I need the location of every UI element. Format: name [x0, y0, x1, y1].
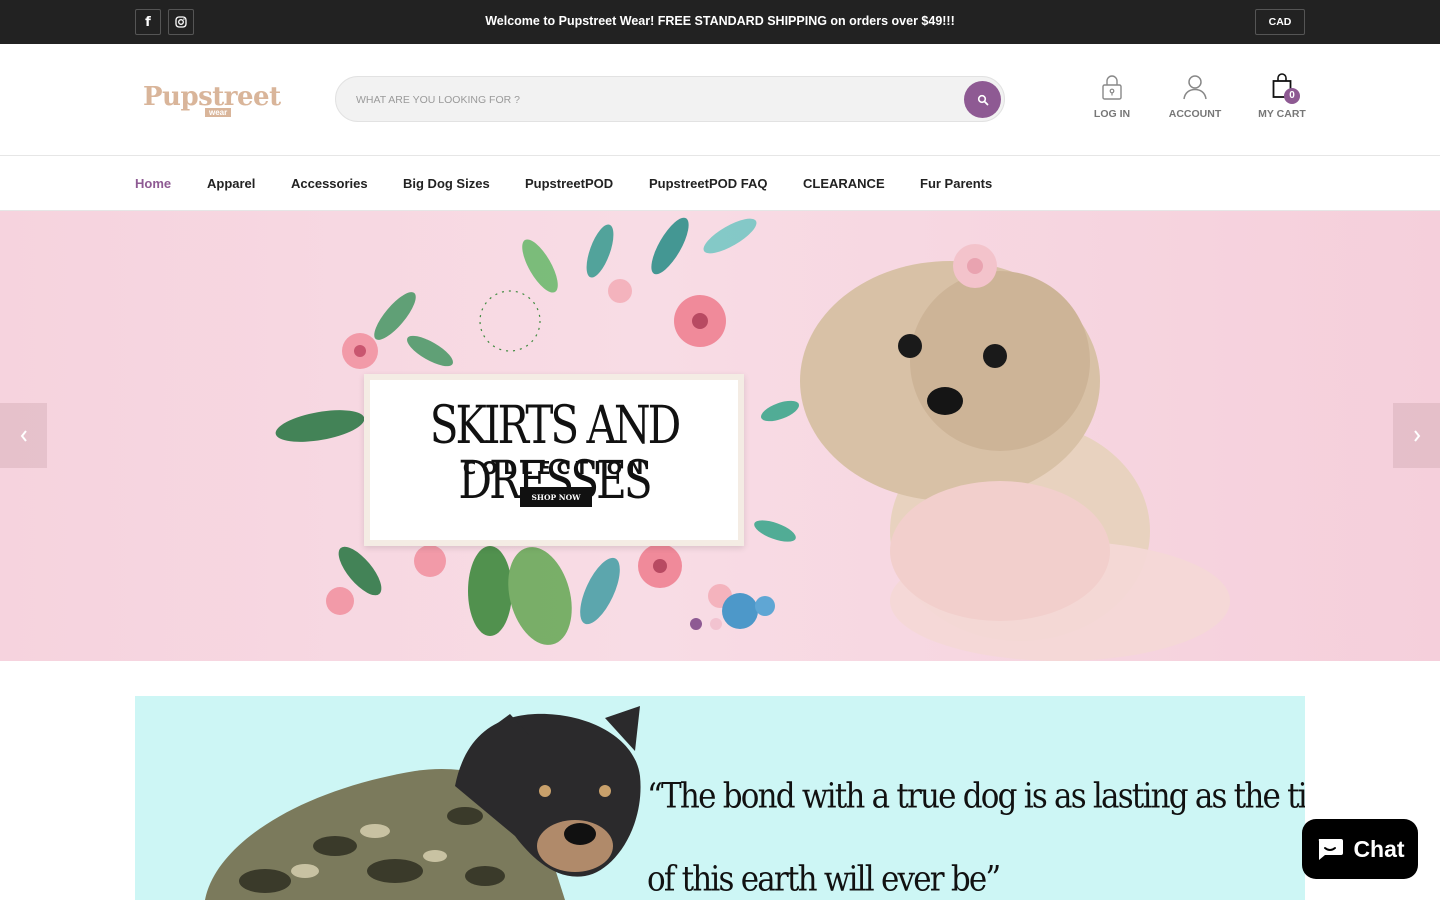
account-label: ACCOUNT — [1168, 108, 1222, 120]
search-button[interactable] — [964, 81, 1001, 118]
search-bar — [335, 76, 1005, 122]
slider-dots — [690, 618, 722, 630]
slider-dot-2[interactable] — [710, 618, 722, 630]
currency-selector[interactable]: CAD — [1255, 9, 1305, 35]
chat-label: Chat — [1353, 835, 1405, 862]
nav-item-pupstreetpod-faq[interactable]: PupstreetPOD FAQ — [649, 176, 767, 191]
search-icon — [977, 94, 988, 105]
slider-dot-1[interactable] — [690, 618, 702, 630]
account-link[interactable]: ACCOUNT — [1164, 72, 1226, 120]
announcement-text: Welcome to Pupstreet Wear! FREE STANDARD… — [485, 14, 955, 28]
search-input[interactable] — [356, 91, 936, 109]
nav-item-accessories[interactable]: Accessories — [291, 176, 368, 191]
chat-button[interactable]: Chat — [1302, 819, 1418, 879]
nav-item-fur-parents[interactable]: Fur Parents — [920, 176, 992, 191]
nav-item-pupstreetpod[interactable]: PupstreetPOD — [525, 176, 613, 191]
quote-text-line-1: “The bond with a true dog is as lasting … — [647, 776, 1305, 817]
cart-label: MY CART — [1258, 108, 1306, 120]
main-nav: Home Apparel Accessories Big Dog Sizes P… — [0, 156, 1440, 211]
lock-icon — [1102, 75, 1122, 100]
promo-card: SKIRTS AND DRESSES COLLECTION SHOP NOW — [364, 374, 744, 546]
logo-subtext: wear — [205, 108, 232, 117]
chevron-right-icon — [1413, 429, 1420, 442]
chevron-left-icon — [20, 429, 27, 442]
chat-bubble-icon — [1319, 839, 1344, 860]
login-label: LOG IN — [1093, 108, 1131, 120]
shop-now-button[interactable]: SHOP NOW — [520, 487, 592, 507]
dog-in-camo-jacket-image — [205, 706, 641, 900]
quote-text-line-2: of this earth will ever be” — [647, 859, 1001, 900]
nav-item-big-dog-sizes[interactable]: Big Dog Sizes — [403, 176, 490, 191]
nav-item-home[interactable]: Home — [135, 176, 171, 191]
quote-banner: “The bond with a true dog is as lasting … — [135, 696, 1305, 900]
site-logo[interactable]: Pupstreet wear — [143, 82, 281, 118]
nav-item-apparel[interactable]: Apparel — [207, 176, 255, 191]
promo-subtitle: COLLECTION — [462, 458, 650, 479]
next-slide-button[interactable] — [1393, 403, 1440, 468]
cart-link[interactable]: 0 MY CART — [1254, 72, 1310, 120]
site-header: Pupstreet wear LOG IN ACCOUNT — [0, 44, 1440, 156]
top-bar: f Welcome to Pupstreet Wear! FREE STANDA… — [0, 0, 1440, 44]
cart-count-badge: 0 — [1284, 88, 1300, 104]
login-link[interactable]: LOG IN — [1088, 72, 1136, 120]
user-icon — [1183, 75, 1207, 100]
nav-item-clearance[interactable]: CLEARANCE — [803, 176, 885, 191]
hero-slider: SKIRTS AND DRESSES COLLECTION SHOP NOW — [0, 211, 1440, 661]
prev-slide-button[interactable] — [0, 403, 47, 468]
